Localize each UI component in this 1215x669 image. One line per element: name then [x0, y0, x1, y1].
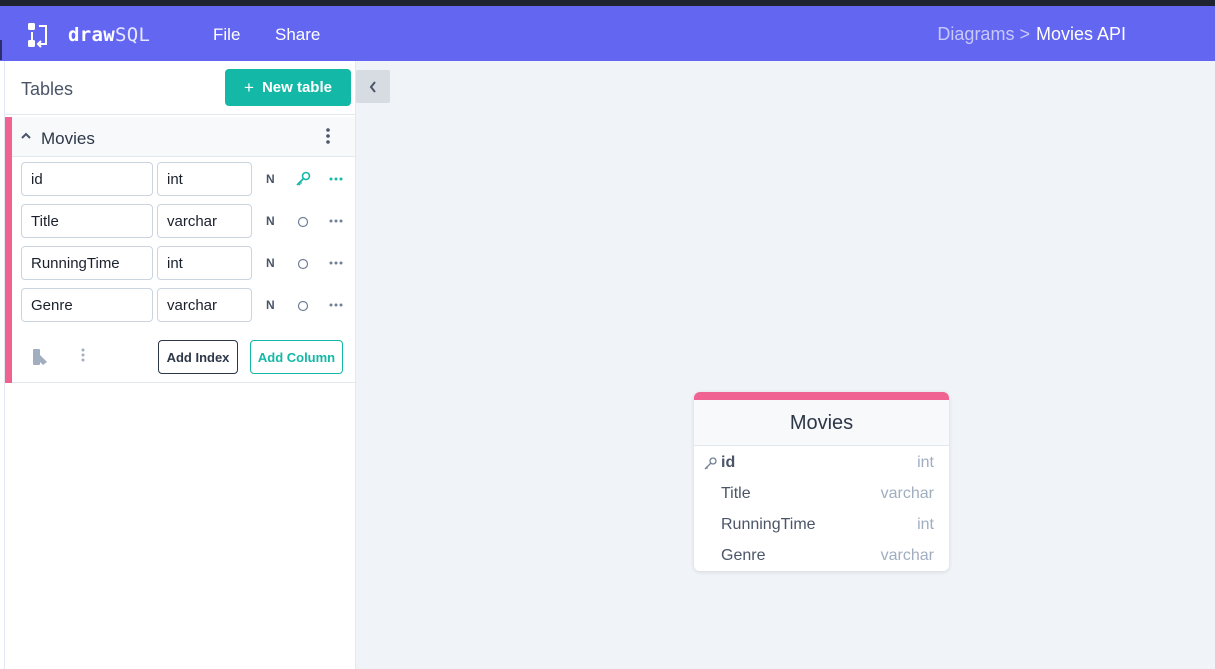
nullable-toggle[interactable]: N [266, 172, 275, 186]
tables-sidebar: Tables + New table Movies id int N Title… [5, 61, 356, 669]
column-name-input[interactable]: Title [21, 204, 153, 238]
table-editor-header[interactable]: Movies [12, 117, 355, 157]
column-name-input[interactable]: Genre [21, 288, 153, 322]
top-navbar: drawSQL File Share Diagrams > Movies API [0, 6, 1215, 61]
column-type-input[interactable]: varchar [157, 204, 252, 238]
column-type-input[interactable]: varchar [157, 288, 252, 322]
breadcrumb-diagrams-link[interactable]: Diagrams > [937, 24, 1030, 44]
more-options-icon[interactable] [328, 254, 344, 272]
add-column-button[interactable]: Add Column [250, 340, 343, 374]
nullable-toggle[interactable]: N [266, 214, 275, 228]
column-row-genre: Genre varchar N [21, 288, 351, 322]
chevron-up-icon[interactable] [20, 130, 32, 142]
column-row-title: Title varchar N [21, 204, 351, 238]
row-name: Title [721, 485, 751, 502]
brand-light: SQL [114, 24, 151, 46]
row-type: varchar [880, 547, 934, 564]
primary-key-icon[interactable] [294, 170, 312, 188]
circle-icon[interactable] [294, 296, 312, 314]
column-type-input[interactable]: int [157, 162, 252, 196]
menu-file[interactable]: File [213, 25, 240, 45]
row-type: varchar [880, 485, 934, 502]
column-row-runningtime: RunningTime int N [21, 246, 351, 280]
more-options-icon[interactable] [328, 212, 344, 230]
table-card-color-bar [694, 392, 949, 400]
table-card-header: Movies [694, 400, 949, 446]
kebab-menu-icon[interactable] [326, 128, 330, 144]
column-name-input[interactable]: id [21, 162, 153, 196]
row-name: RunningTime [721, 516, 816, 533]
table-card-row[interactable]: id int [694, 447, 949, 478]
row-type: int [917, 454, 934, 471]
table-editor-footer: Add Index Add Column [12, 330, 355, 383]
sidebar-title: Tables [21, 79, 74, 99]
add-index-button[interactable]: Add Index [158, 340, 238, 374]
table-card-title: Movies [789, 412, 854, 434]
breadcrumb: Diagrams > Movies API [937, 24, 1126, 45]
circle-icon[interactable] [294, 254, 312, 272]
brand-name[interactable]: drawSQL [68, 24, 150, 47]
more-options-icon[interactable] [328, 170, 344, 188]
table-name[interactable]: Movies [41, 129, 95, 149]
row-name: Genre [721, 547, 766, 564]
column-row-id: id int N [21, 162, 351, 196]
row-type: int [917, 516, 934, 533]
table-card-row[interactable]: Genre varchar [694, 540, 949, 571]
table-card-row[interactable]: Title varchar [694, 478, 949, 509]
column-name-input[interactable]: RunningTime [21, 246, 153, 280]
nullable-toggle[interactable]: N [266, 298, 275, 312]
plus-icon: + [244, 77, 254, 97]
drawsql-logo-icon[interactable] [26, 21, 54, 49]
circle-icon[interactable] [294, 212, 312, 230]
row-name: id [721, 454, 736, 471]
new-table-button[interactable]: + New table [225, 69, 351, 106]
brand-bold: draw [68, 24, 115, 46]
table-editor-movies: Movies id int N Title varchar N RunningT… [5, 117, 355, 383]
nullable-toggle[interactable]: N [266, 256, 275, 270]
chevron-left-icon [369, 80, 376, 93]
breadcrumb-current: Movies API [1035, 24, 1126, 44]
menu-share[interactable]: Share [275, 25, 320, 45]
new-table-label: New table [261, 79, 332, 96]
table-card-row[interactable]: RunningTime int [694, 509, 949, 540]
key-icon [704, 457, 717, 470]
navbar-edge-marker [0, 40, 2, 60]
paint-bucket-icon[interactable] [32, 348, 50, 366]
kebab-menu-icon[interactable] [81, 348, 85, 362]
column-type-input[interactable]: int [157, 246, 252, 280]
more-options-icon[interactable] [328, 296, 344, 314]
collapse-sidebar-button[interactable] [356, 70, 390, 103]
table-card-movies[interactable]: Movies id int Title varchar RunningTime … [694, 392, 949, 571]
table-color-bar[interactable] [5, 117, 12, 383]
sidebar-header: Tables + New table [5, 61, 355, 115]
